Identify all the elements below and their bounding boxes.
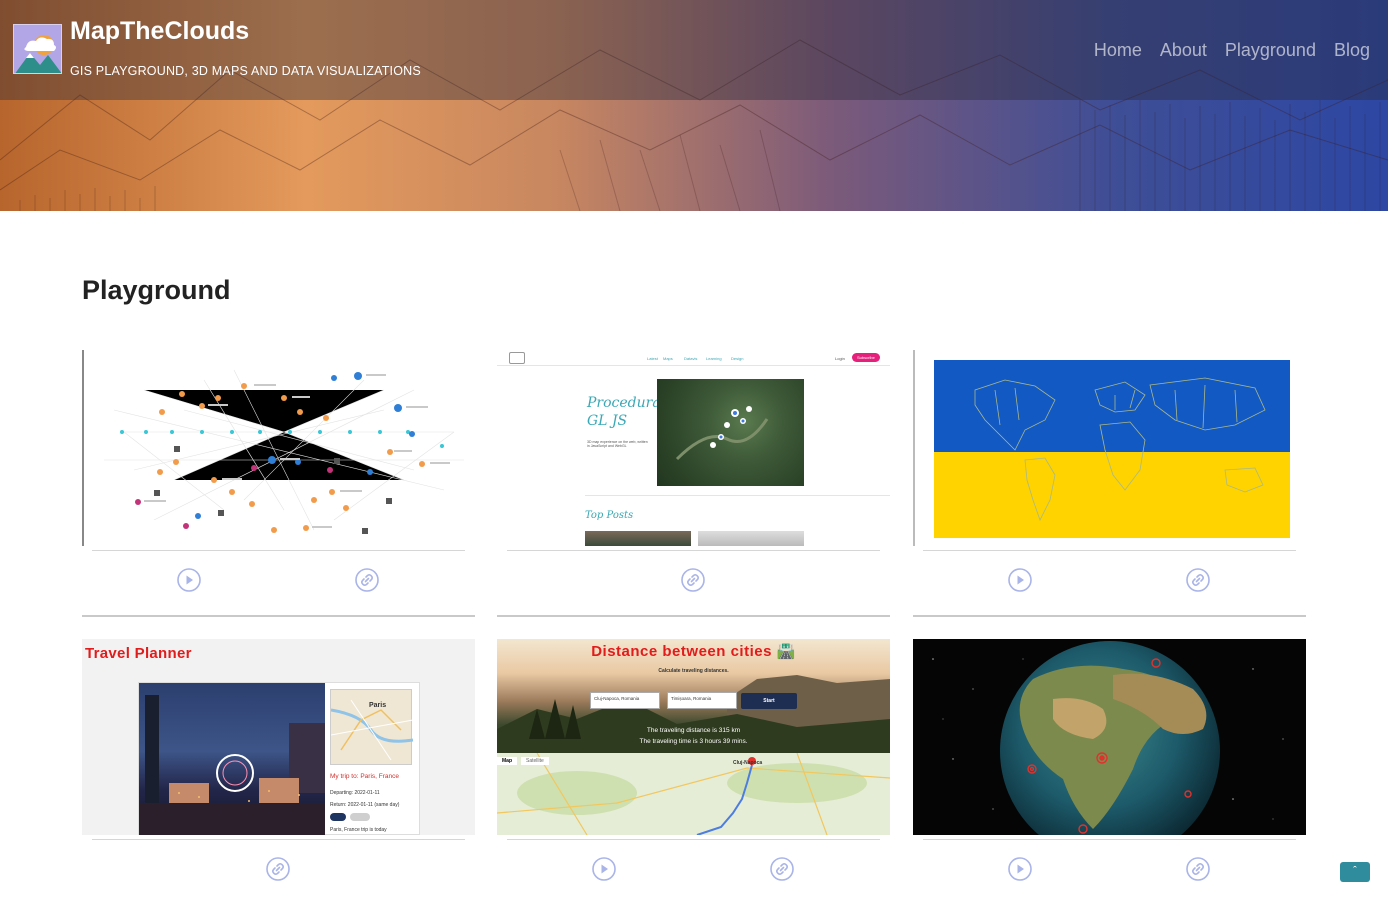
- screenshot-divider: [585, 495, 890, 496]
- ukraine-flag-world-map: [934, 360, 1290, 538]
- distance-between-cities-screenshot: Distance between cities 🛣️ Calculate tra…: [497, 639, 890, 835]
- screenshot-nav-link: Latest: [647, 356, 658, 361]
- card-divider: [92, 839, 465, 840]
- card-divider: [507, 839, 880, 840]
- post-thumbnail: [698, 531, 804, 546]
- link-icon[interactable]: [1186, 568, 1210, 592]
- screenshot-nav-link: Design: [731, 356, 744, 361]
- link-icon[interactable]: [770, 857, 794, 881]
- card-bottom-border: [82, 615, 475, 617]
- nav-blog[interactable]: Blog: [1334, 40, 1370, 61]
- screenshot-subscribe: Subscribe: [852, 353, 880, 362]
- trip-button: [350, 813, 370, 821]
- paris-night-photo: [139, 695, 325, 835]
- trip-destination: My trip to: Paris, France: [330, 773, 399, 780]
- site-subtitle: GIS PLAYGROUND, 3D MAPS AND DATA VISUALI…: [70, 64, 421, 78]
- trip-departing: Departing: 2022-01-11: [330, 790, 380, 796]
- distance-subtitle: Calculate traveling distances.: [658, 668, 729, 674]
- map-city-label: Cluj-Napoca: [733, 760, 763, 766]
- trip-today: Paris, France trip is today: [330, 827, 387, 833]
- paris-map: Paris: [330, 689, 414, 765]
- site-title[interactable]: MapTheClouds: [70, 17, 249, 46]
- procedural-gl-js-screenshot: Latest Maps Datavis Learning Design Logi…: [497, 350, 890, 546]
- card-divider: [923, 839, 1296, 840]
- card-thumbnail[interactable]: [913, 639, 1306, 835]
- nav-about[interactable]: About: [1160, 40, 1207, 61]
- nav-playground[interactable]: Playground: [1225, 40, 1316, 61]
- page-title: Playground: [82, 275, 231, 305]
- card-thumbnail[interactable]: Distance between cities 🛣️ Calculate tra…: [497, 639, 890, 835]
- travel-planner-screenshot: Travel Planner Paris My trip to: Paris, …: [82, 639, 475, 835]
- hero-banner: MapTheClouds GIS PLAYGROUND, 3D MAPS AND…: [0, 0, 1388, 211]
- distance-result: The traveling distance is 315 km: [646, 727, 741, 734]
- screenshot-nav-link: Learning: [706, 356, 722, 361]
- scroll-to-top-button[interactable]: ˆ: [1340, 862, 1370, 882]
- card-bottom-border: [913, 615, 1306, 617]
- play-icon[interactable]: [592, 857, 616, 881]
- play-icon[interactable]: [1008, 568, 1032, 592]
- card-thumbnail[interactable]: Travel Planner Paris My trip to: Paris, …: [82, 639, 475, 835]
- city-photo: [139, 683, 325, 835]
- to-input[interactable]: Timișoara, Romania: [667, 692, 737, 709]
- play-icon[interactable]: [1008, 857, 1032, 881]
- trip-button: [330, 813, 346, 821]
- screenshot-heading: Procedural GL JS: [587, 395, 666, 429]
- screenshot-top-posts: Top Posts: [585, 510, 634, 521]
- terrain-markers: [675, 406, 769, 461]
- card-divider: [507, 550, 880, 551]
- terrain-3d-map: [657, 379, 804, 486]
- start-button[interactable]: Start: [741, 693, 797, 709]
- card-thumbnail[interactable]: [82, 350, 475, 546]
- 3d-earth-globe-screenshot: [932, 641, 1284, 835]
- map-tab: Map: [497, 757, 517, 765]
- link-icon[interactable]: [1186, 857, 1210, 881]
- link-icon[interactable]: [355, 568, 379, 592]
- nav-home[interactable]: Home: [1094, 40, 1142, 61]
- map-city-label: Paris: [369, 702, 387, 709]
- screenshot-logo: [509, 352, 525, 364]
- mountain-cloud-logo-icon: [14, 25, 61, 73]
- card-bottom-border: [497, 615, 890, 617]
- card-thumbnail[interactable]: Latest Maps Datavis Learning Design Logi…: [497, 350, 890, 546]
- link-icon[interactable]: [681, 568, 705, 592]
- site-logo[interactable]: [13, 24, 62, 74]
- main-nav: Home About Playground Blog: [1094, 40, 1370, 61]
- screenshot-nav-link: Maps: [663, 356, 673, 361]
- card-divider: [923, 550, 1296, 551]
- screenshot-description: 3D map experience on the web, written in…: [587, 440, 648, 448]
- card-divider: [92, 550, 465, 551]
- screenshot-login: Login: [835, 356, 845, 361]
- distance-title: Distance between cities 🛣️: [591, 643, 796, 660]
- card-thumbnail[interactable]: [913, 350, 1306, 546]
- travel-planner-title: Travel Planner: [85, 645, 192, 662]
- link-icon[interactable]: [266, 857, 290, 881]
- satellite-tab: Satellite: [521, 757, 549, 765]
- play-icon[interactable]: [177, 568, 201, 592]
- post-thumbnail: [585, 531, 691, 546]
- network-graph-screenshot: [104, 369, 464, 534]
- route-map: Map Satellite Cluj-Napoca: [497, 752, 890, 835]
- time-result: The traveling time is 3 hours 39 mins.: [639, 738, 748, 745]
- from-input[interactable]: Cluj-Napoca, Romania: [590, 692, 660, 709]
- trip-return: Return: 2022-01-11 (same day): [330, 802, 400, 808]
- screenshot-nav-link: Datavis: [684, 356, 698, 361]
